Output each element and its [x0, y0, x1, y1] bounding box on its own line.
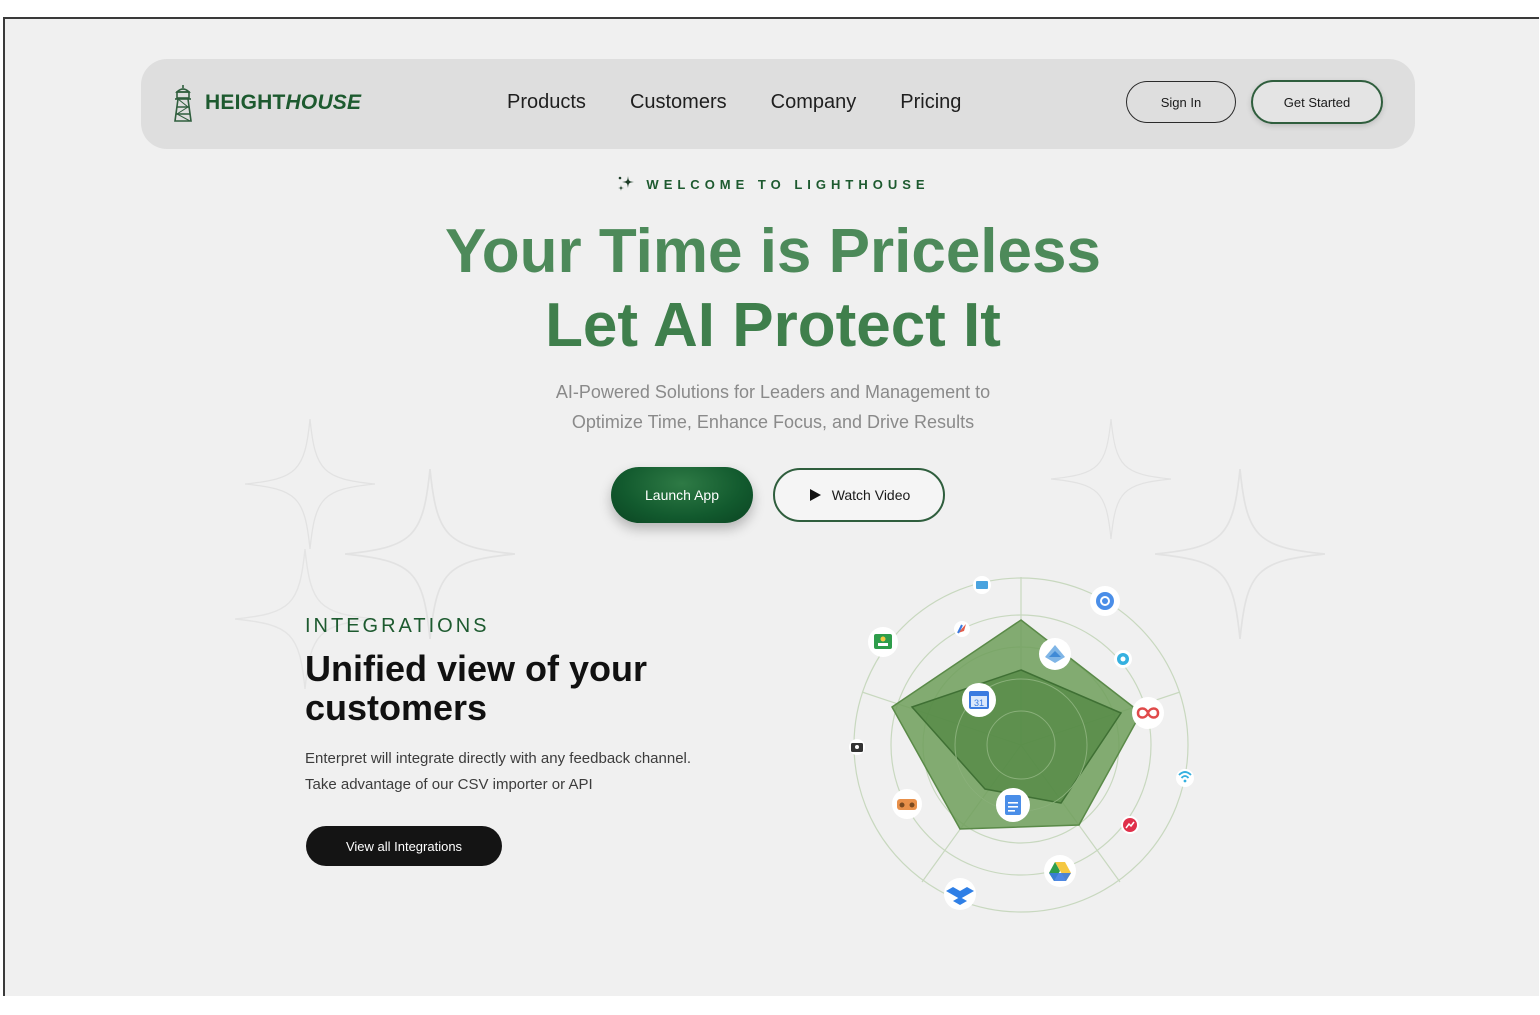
lighthouse-icon: [174, 85, 192, 122]
brand-logo[interactable]: HEIGHTHOUSE: [171, 83, 361, 123]
wifi-icon: [1176, 769, 1194, 787]
watch-video-label: Watch Video: [831, 487, 911, 503]
subtitle-line1: AI-Powered Solutions for Leaders and Man…: [555, 382, 991, 402]
chart-icon: [1121, 816, 1139, 834]
infinity-icon: [1132, 697, 1164, 729]
brand-name-part2: HOUSE: [285, 91, 362, 114]
launch-app-button[interactable]: Launch App: [611, 467, 753, 523]
mail-icon: [973, 576, 991, 594]
nav-links: Products Customers Company Pricing: [507, 91, 961, 114]
brand-name-part1: HEIGHT: [205, 91, 286, 114]
integrations-desc-line1: Enterpret will integrate directly with a…: [305, 750, 692, 767]
dropbox-icon: [944, 878, 976, 910]
docs-icon: [996, 788, 1030, 822]
nav-link-company[interactable]: Company: [771, 91, 857, 114]
decorative-star-icon: [1051, 419, 1171, 539]
integrations-description: Enterpret will integrate directly with a…: [305, 746, 765, 798]
brand-name: HEIGHTHOUSE: [205, 91, 361, 115]
meet-icon: [1114, 650, 1132, 668]
eyebrow-text: WELCOME TO LIGHTHOUSE: [646, 176, 930, 192]
sign-in-button[interactable]: Sign In: [1126, 81, 1236, 123]
svg-text:31: 31: [974, 698, 984, 708]
nav-link-products[interactable]: Products: [507, 91, 586, 114]
hero-headline: Your Time is Priceless Let AI Protect It: [5, 215, 1539, 363]
headline-line1: Your Time is Priceless: [445, 217, 1101, 286]
get-started-button[interactable]: Get Started: [1251, 80, 1383, 124]
hero-eyebrow: WELCOME TO LIGHTHOUSE: [5, 174, 1539, 194]
play-icon: [809, 489, 821, 501]
drive-icon: [1044, 855, 1076, 887]
feather-icon: [954, 621, 970, 637]
integrations-radar-graphic: 31: [849, 576, 1194, 913]
classroom-icon: [868, 627, 898, 657]
top-navbar: HEIGHTHOUSE Products Customers Company P…: [141, 59, 1415, 149]
photos-icon: [1039, 638, 1071, 670]
google-icon: [1090, 586, 1120, 616]
integrations-label: INTEGRATIONS: [305, 615, 490, 637]
hero-subtitle: AI-Powered Solutions for Leaders and Man…: [5, 377, 1539, 437]
watch-video-button[interactable]: Watch Video: [773, 468, 945, 522]
camera-icon: [849, 739, 865, 755]
calendar-icon: 31: [962, 683, 996, 717]
page-frame: HEIGHTHOUSE Products Customers Company P…: [3, 17, 1539, 996]
nav-link-pricing[interactable]: Pricing: [900, 91, 961, 114]
vr-icon: [892, 789, 922, 819]
subtitle-line2: Optimize Time, Enhance Focus, and Drive …: [571, 412, 975, 432]
view-all-integrations-button[interactable]: View all Integrations: [306, 826, 502, 866]
integrations-desc-line2: Take advantage of our CSV importer or AP…: [305, 776, 593, 793]
nav-link-customers[interactable]: Customers: [630, 91, 727, 114]
sparkles-icon: [618, 176, 635, 191]
integrations-title: Unified view of your customers: [305, 648, 648, 728]
headline-line2: Let AI Protect It: [545, 291, 1001, 360]
